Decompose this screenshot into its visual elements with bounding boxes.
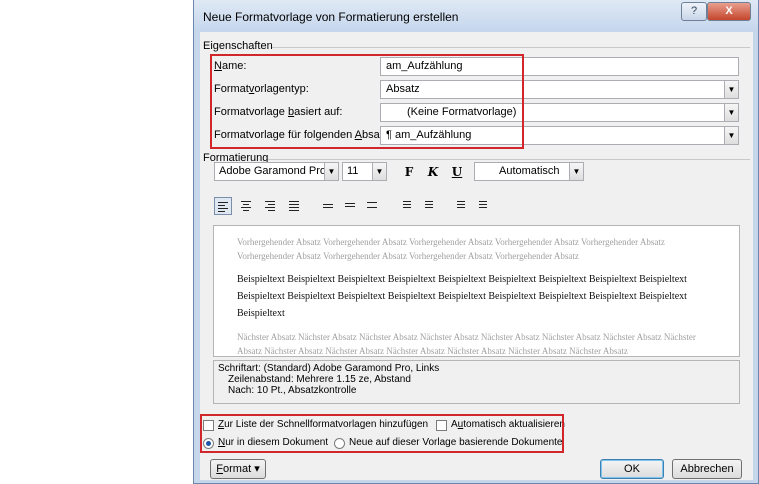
description-line: Nach: 10 Pt., Absatzkontrolle bbox=[228, 385, 357, 396]
italic-button[interactable]: K bbox=[424, 163, 442, 181]
line-spacing-onehalf-icon[interactable] bbox=[342, 197, 360, 215]
title-bar: Neue Formatvorlage von Formatierung erst… bbox=[194, 0, 758, 32]
underline-button[interactable]: U bbox=[448, 163, 466, 181]
chevron-down-icon[interactable]: ▼ bbox=[724, 127, 738, 144]
increase-indent-icon[interactable] bbox=[472, 197, 490, 215]
chevron-down-icon[interactable]: ▼ bbox=[724, 81, 738, 98]
description-line: Schriftart: (Standard) Adobe Garamond Pr… bbox=[218, 363, 440, 374]
preview-next-paragraph: Nächster Absatz Nächster Absatz Nächster… bbox=[237, 332, 696, 356]
preview-sample-text: Beispieltext Beispieltext Beispieltext B… bbox=[237, 274, 687, 319]
align-right-icon[interactable] bbox=[262, 197, 280, 215]
font-select[interactable]: Adobe Garamond Pro ▼ bbox=[214, 162, 339, 181]
chevron-down-icon[interactable]: ▼ bbox=[324, 163, 338, 180]
separator bbox=[268, 159, 750, 160]
space-before-icon[interactable] bbox=[396, 197, 414, 215]
style-preview: Vorhergehender Absatz Vorhergehender Abs… bbox=[213, 225, 740, 357]
formatting-toolbar: Adobe Garamond Pro ▼ 11 ▼ F K U Automati… bbox=[214, 162, 734, 184]
preview-previous-paragraph: Vorhergehender Absatz Vorhergehender Abs… bbox=[237, 237, 665, 261]
help-button[interactable]: ? bbox=[681, 2, 707, 21]
dialog-content: Eigenschaften Name: am_Aufzählung Format… bbox=[200, 32, 753, 480]
bold-button[interactable]: F bbox=[400, 163, 418, 181]
highlight-properties bbox=[210, 54, 524, 149]
paragraph-toolbar bbox=[214, 197, 734, 217]
chevron-down-icon[interactable]: ▼ bbox=[372, 163, 386, 180]
separator bbox=[272, 47, 750, 48]
description-line: Zeilenabstand: Mehrere 1.15 ze, Abstand bbox=[228, 374, 411, 385]
align-left-icon[interactable] bbox=[214, 197, 232, 215]
align-center-icon[interactable] bbox=[238, 197, 256, 215]
highlight-options bbox=[200, 414, 564, 453]
cancel-button[interactable]: Abbrechen bbox=[672, 459, 742, 479]
font-value: Adobe Garamond Pro bbox=[219, 165, 327, 177]
font-color-select[interactable]: Automatisch ▼ bbox=[474, 162, 584, 181]
properties-heading: Eigenschaften bbox=[203, 40, 273, 52]
decrease-indent-icon[interactable] bbox=[450, 197, 468, 215]
style-description: Schriftart: (Standard) Adobe Garamond Pr… bbox=[213, 360, 740, 404]
line-spacing-single-icon[interactable] bbox=[320, 197, 338, 215]
ok-button[interactable]: OK bbox=[600, 459, 664, 479]
font-color-value: Automatisch bbox=[499, 165, 560, 177]
font-size-select[interactable]: 11 ▼ bbox=[342, 162, 387, 181]
dialog-title: Neue Formatvorlage von Formatierung erst… bbox=[203, 10, 459, 24]
style-dialog: Neue Formatvorlage von Formatierung erst… bbox=[193, 0, 759, 484]
justify-icon[interactable] bbox=[286, 197, 304, 215]
line-spacing-double-icon[interactable] bbox=[364, 197, 382, 215]
chevron-down-icon[interactable]: ▼ bbox=[569, 163, 583, 180]
format-menu-button[interactable]: Format ▾ bbox=[210, 459, 266, 479]
chevron-down-icon[interactable]: ▼ bbox=[724, 104, 738, 121]
close-button[interactable]: X bbox=[707, 2, 751, 21]
space-after-icon[interactable] bbox=[418, 197, 436, 215]
font-size-value: 11 bbox=[347, 165, 359, 177]
